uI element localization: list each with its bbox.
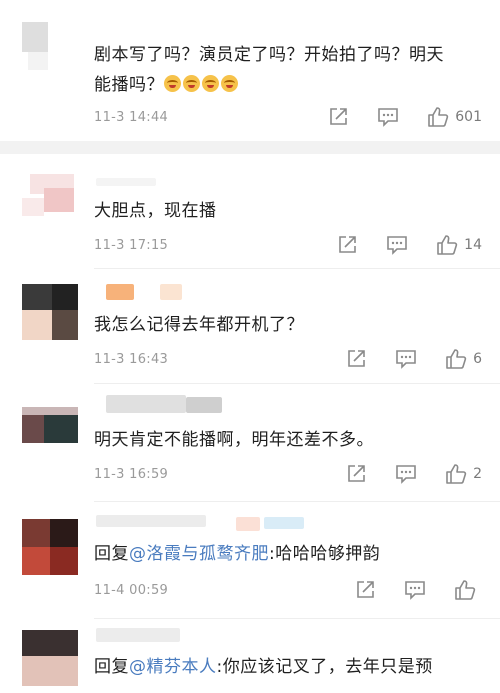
mention-link[interactable]: @精芬本人 xyxy=(129,657,217,677)
username-redacted xyxy=(186,397,222,413)
comment-icon xyxy=(396,350,416,369)
username-redacted[interactable] xyxy=(96,515,206,527)
comment-icon xyxy=(396,465,416,484)
thumbs-up-icon xyxy=(455,580,476,600)
reply-text: :你应该记叉了，去年只是预 xyxy=(216,657,433,677)
comment-item: 我怎么记得去年都开机了？ 11-3 16:43 6 xyxy=(0,270,500,385)
avatar[interactable] xyxy=(22,284,78,340)
share-icon xyxy=(339,236,356,253)
like-button[interactable]: 2 xyxy=(445,463,482,485)
username-redacted[interactable] xyxy=(106,284,134,300)
username-redacted[interactable] xyxy=(96,628,180,642)
username-redacted xyxy=(236,517,260,531)
share-button[interactable] xyxy=(336,235,358,255)
username-redacted[interactable] xyxy=(106,395,186,413)
like-button[interactable]: 14 xyxy=(436,234,482,256)
emoji-icon xyxy=(164,75,181,92)
comment-text: 我怎么记得去年都开机了？ xyxy=(94,315,304,335)
comment-item: 回复@精芬本人:你应该记叉了，去年只是预 xyxy=(0,620,500,693)
divider xyxy=(94,618,500,619)
mention-link[interactable]: @洛霞与孤鹜齐肥 xyxy=(129,544,269,564)
comment-actions: 2 xyxy=(345,463,482,485)
like-button[interactable]: 601 xyxy=(427,106,482,128)
comment-item: 回复@洛霞与孤鹜齐肥:哈哈哈够押韵 11-4 00:59 xyxy=(0,503,500,618)
emoji-icon xyxy=(183,75,200,92)
reply-button[interactable] xyxy=(395,349,417,369)
like-count: 2 xyxy=(473,466,482,482)
like-button[interactable]: 6 xyxy=(445,348,482,370)
comment-text-line: 剧本写了吗？演员定了吗？开始拍了吗？明天 xyxy=(94,45,444,65)
comment-text: 回复@精芬本人:你应该记叉了，去年只是预 xyxy=(94,652,484,682)
share-icon xyxy=(330,108,348,125)
divider xyxy=(94,268,500,269)
share-icon xyxy=(357,581,374,598)
thumbs-up-icon xyxy=(446,464,467,484)
emoji-icon xyxy=(202,75,219,92)
comment-item: 明天肯定不能播啊，明年还差不多。 11-3 16:59 2 xyxy=(0,385,500,503)
comment-text: 大胆点，现在播 xyxy=(94,201,217,221)
comment-time: 11-3 17:15 xyxy=(94,238,169,253)
username-redacted[interactable] xyxy=(96,178,156,186)
reply-prefix: 回复 xyxy=(94,544,129,564)
like-count: 601 xyxy=(455,109,482,125)
avatar[interactable] xyxy=(22,22,48,52)
divider xyxy=(94,383,500,384)
comment-icon xyxy=(378,108,399,127)
reply-text: :哈哈哈够押韵 xyxy=(269,544,381,564)
username-redacted xyxy=(160,284,182,300)
share-icon xyxy=(348,350,365,367)
comment-actions: 6 xyxy=(345,348,482,370)
share-button[interactable] xyxy=(354,580,376,600)
like-count: 6 xyxy=(473,351,482,367)
divider xyxy=(94,501,500,502)
comment-icon xyxy=(387,236,407,255)
comment-text: 回复@洛霞与孤鹜齐肥:哈哈哈够押韵 xyxy=(94,539,484,569)
comment-text-line: 能播吗？ xyxy=(94,75,164,95)
comment-text: 明天肯定不能播啊，明年还差不多。 xyxy=(94,430,374,450)
reply-prefix: 回复 xyxy=(94,657,129,677)
section-separator xyxy=(0,141,500,154)
emoji-icon xyxy=(221,75,238,92)
comment-time: 11-3 16:59 xyxy=(94,467,169,482)
like-button[interactable] xyxy=(454,579,482,601)
reply-button[interactable] xyxy=(395,464,417,484)
comment-time: 11-3 16:43 xyxy=(94,352,169,367)
thumbs-up-icon xyxy=(437,235,458,255)
comment-item: 大胆点，现在播 11-3 17:15 14 xyxy=(0,154,500,274)
like-count: 14 xyxy=(464,237,482,253)
reply-button[interactable] xyxy=(386,235,408,255)
comment-time: 11-4 00:59 xyxy=(94,583,169,598)
comment-time: 11-3 14:44 xyxy=(94,110,169,125)
comment-icon xyxy=(405,581,425,600)
comment-actions: 14 xyxy=(336,234,482,256)
comment-item: 剧本写了吗？演员定了吗？开始拍了吗？明天 能播吗？ 11-3 14:44 601 xyxy=(0,0,500,140)
reply-button[interactable] xyxy=(377,107,399,127)
avatar[interactable] xyxy=(22,407,78,443)
share-button[interactable] xyxy=(327,107,349,127)
comment-text: 剧本写了吗？演员定了吗？开始拍了吗？明天 能播吗？ xyxy=(94,40,484,100)
avatar[interactable] xyxy=(22,174,78,222)
avatar[interactable] xyxy=(22,630,78,686)
share-icon xyxy=(348,465,365,482)
reply-button[interactable] xyxy=(404,580,426,600)
thumbs-up-icon xyxy=(428,107,449,127)
username-redacted xyxy=(264,517,304,529)
share-button[interactable] xyxy=(345,464,367,484)
thumbs-up-icon xyxy=(446,349,467,369)
avatar-fragment xyxy=(28,52,48,70)
comment-actions xyxy=(354,579,482,601)
share-button[interactable] xyxy=(345,349,367,369)
comment-actions: 601 xyxy=(327,106,482,128)
avatar[interactable] xyxy=(22,519,78,575)
